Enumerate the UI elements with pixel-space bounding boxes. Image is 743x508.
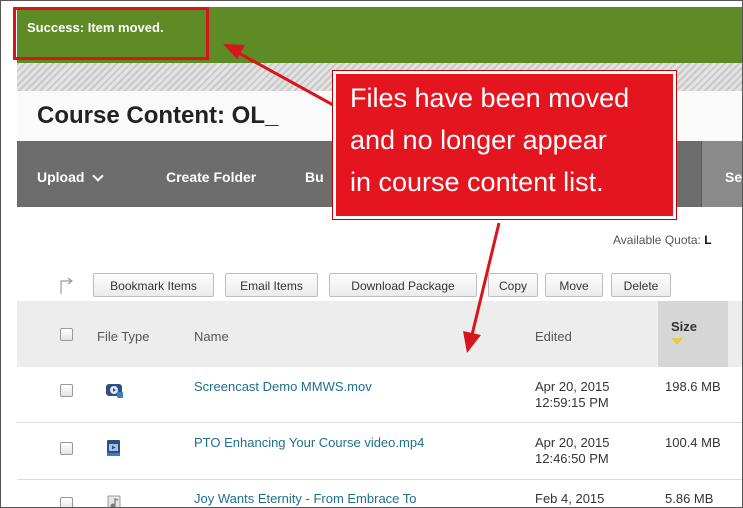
- download-package-button[interactable]: Download Package: [329, 273, 477, 297]
- file-name-link[interactable]: Screencast Demo MMWS.mov: [194, 379, 372, 394]
- edited-time: 12:59:15 PM: [535, 395, 609, 410]
- row-checkbox[interactable]: [60, 442, 73, 455]
- quota-label: Available Quota:: [613, 233, 701, 247]
- email-items-button[interactable]: Email Items: [225, 273, 318, 297]
- create-folder-button[interactable]: Create Folder: [166, 169, 256, 185]
- video-file-icon: [107, 440, 120, 456]
- edited-header[interactable]: Edited: [535, 329, 572, 344]
- move-button[interactable]: Move: [545, 273, 603, 297]
- screenshot-frame: Success: Item moved. Course Content: OL_…: [0, 0, 743, 508]
- video-file-icon: [106, 384, 123, 398]
- row-checkbox[interactable]: [60, 497, 73, 507]
- callout-line-2: and no longer appear: [350, 125, 607, 155]
- upload-menu-button[interactable]: Upload: [37, 169, 105, 185]
- annotation-callout: Files have been moved and no longer appe…: [333, 71, 676, 219]
- file-type-header[interactable]: File Type: [97, 329, 150, 344]
- callout-line-1: Files have been moved: [350, 83, 630, 113]
- bookmark-items-button[interactable]: Bookmark Items: [93, 273, 214, 297]
- audio-file-icon: [107, 495, 121, 507]
- search-button[interactable]: Se: [725, 169, 742, 185]
- row-divider: [17, 479, 742, 480]
- edited-date: Feb 4, 2015: [535, 491, 605, 506]
- edited-time: 12:46:50 PM: [535, 451, 609, 466]
- page-title: Course Content: OL_: [37, 102, 279, 129]
- quota-value: L: [704, 233, 712, 247]
- chevron-down-icon: [92, 170, 105, 182]
- edited-date: Apr 20, 2015: [535, 435, 610, 450]
- upload-label: Upload: [37, 169, 85, 185]
- name-header[interactable]: Name: [194, 329, 229, 344]
- available-quota: Available Quota: L: [613, 233, 712, 247]
- success-highlight-box: [13, 7, 209, 60]
- build-content-button[interactable]: Bu: [305, 169, 324, 185]
- row-checkbox[interactable]: [60, 384, 73, 397]
- size-header-cell[interactable]: [658, 301, 728, 367]
- row-divider: [17, 422, 742, 423]
- callout-line-3: in course content list.: [350, 167, 604, 197]
- file-size: 5.86 MB: [665, 491, 714, 506]
- select-all-arrow-icon: [60, 278, 73, 294]
- file-size: 198.6 MB: [665, 379, 721, 394]
- edited-date: Apr 20, 2015: [535, 379, 610, 394]
- file-name-link[interactable]: PTO Enhancing Your Course video.mp4: [194, 435, 424, 450]
- file-name-link[interactable]: Joy Wants Eternity - From Embrace To: [194, 491, 417, 506]
- copy-button[interactable]: Copy: [488, 273, 538, 297]
- size-header[interactable]: Size: [671, 319, 697, 334]
- file-size: 100.4 MB: [665, 435, 721, 450]
- select-all-checkbox[interactable]: [60, 328, 73, 341]
- delete-button[interactable]: Delete: [611, 273, 671, 297]
- sort-descending-icon: [671, 338, 683, 345]
